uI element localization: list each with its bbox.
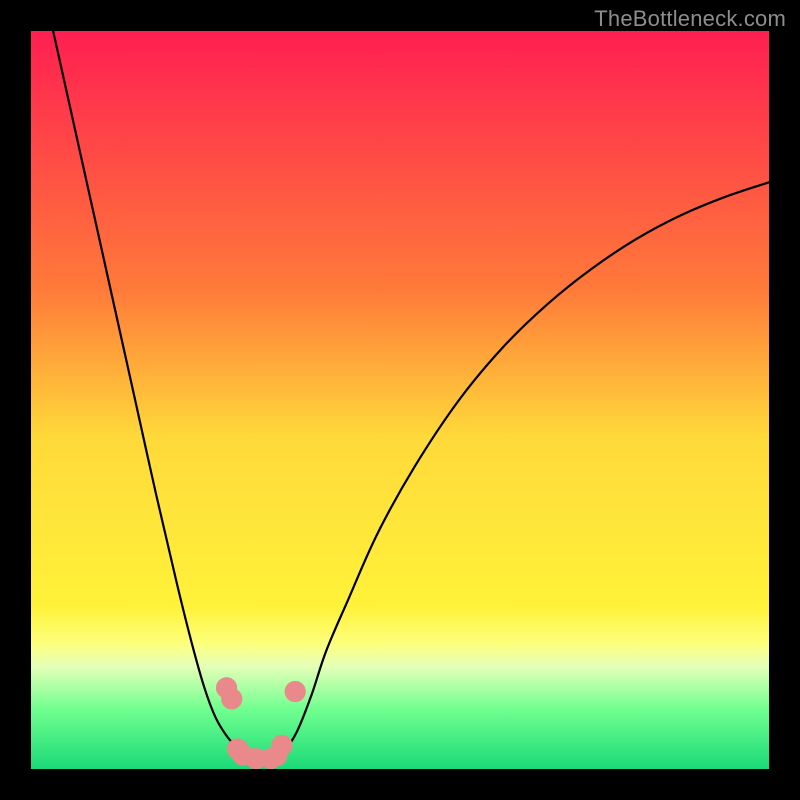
watermark-text: TheBottleneck.com [594,6,786,32]
curve-marker [221,688,242,709]
curve-marker [271,735,292,756]
curve-marker [285,681,306,702]
plot-area [31,31,769,769]
bottleneck-curve-chart [31,31,769,769]
chart-frame: TheBottleneck.com [0,0,800,800]
gradient-background [31,31,769,769]
